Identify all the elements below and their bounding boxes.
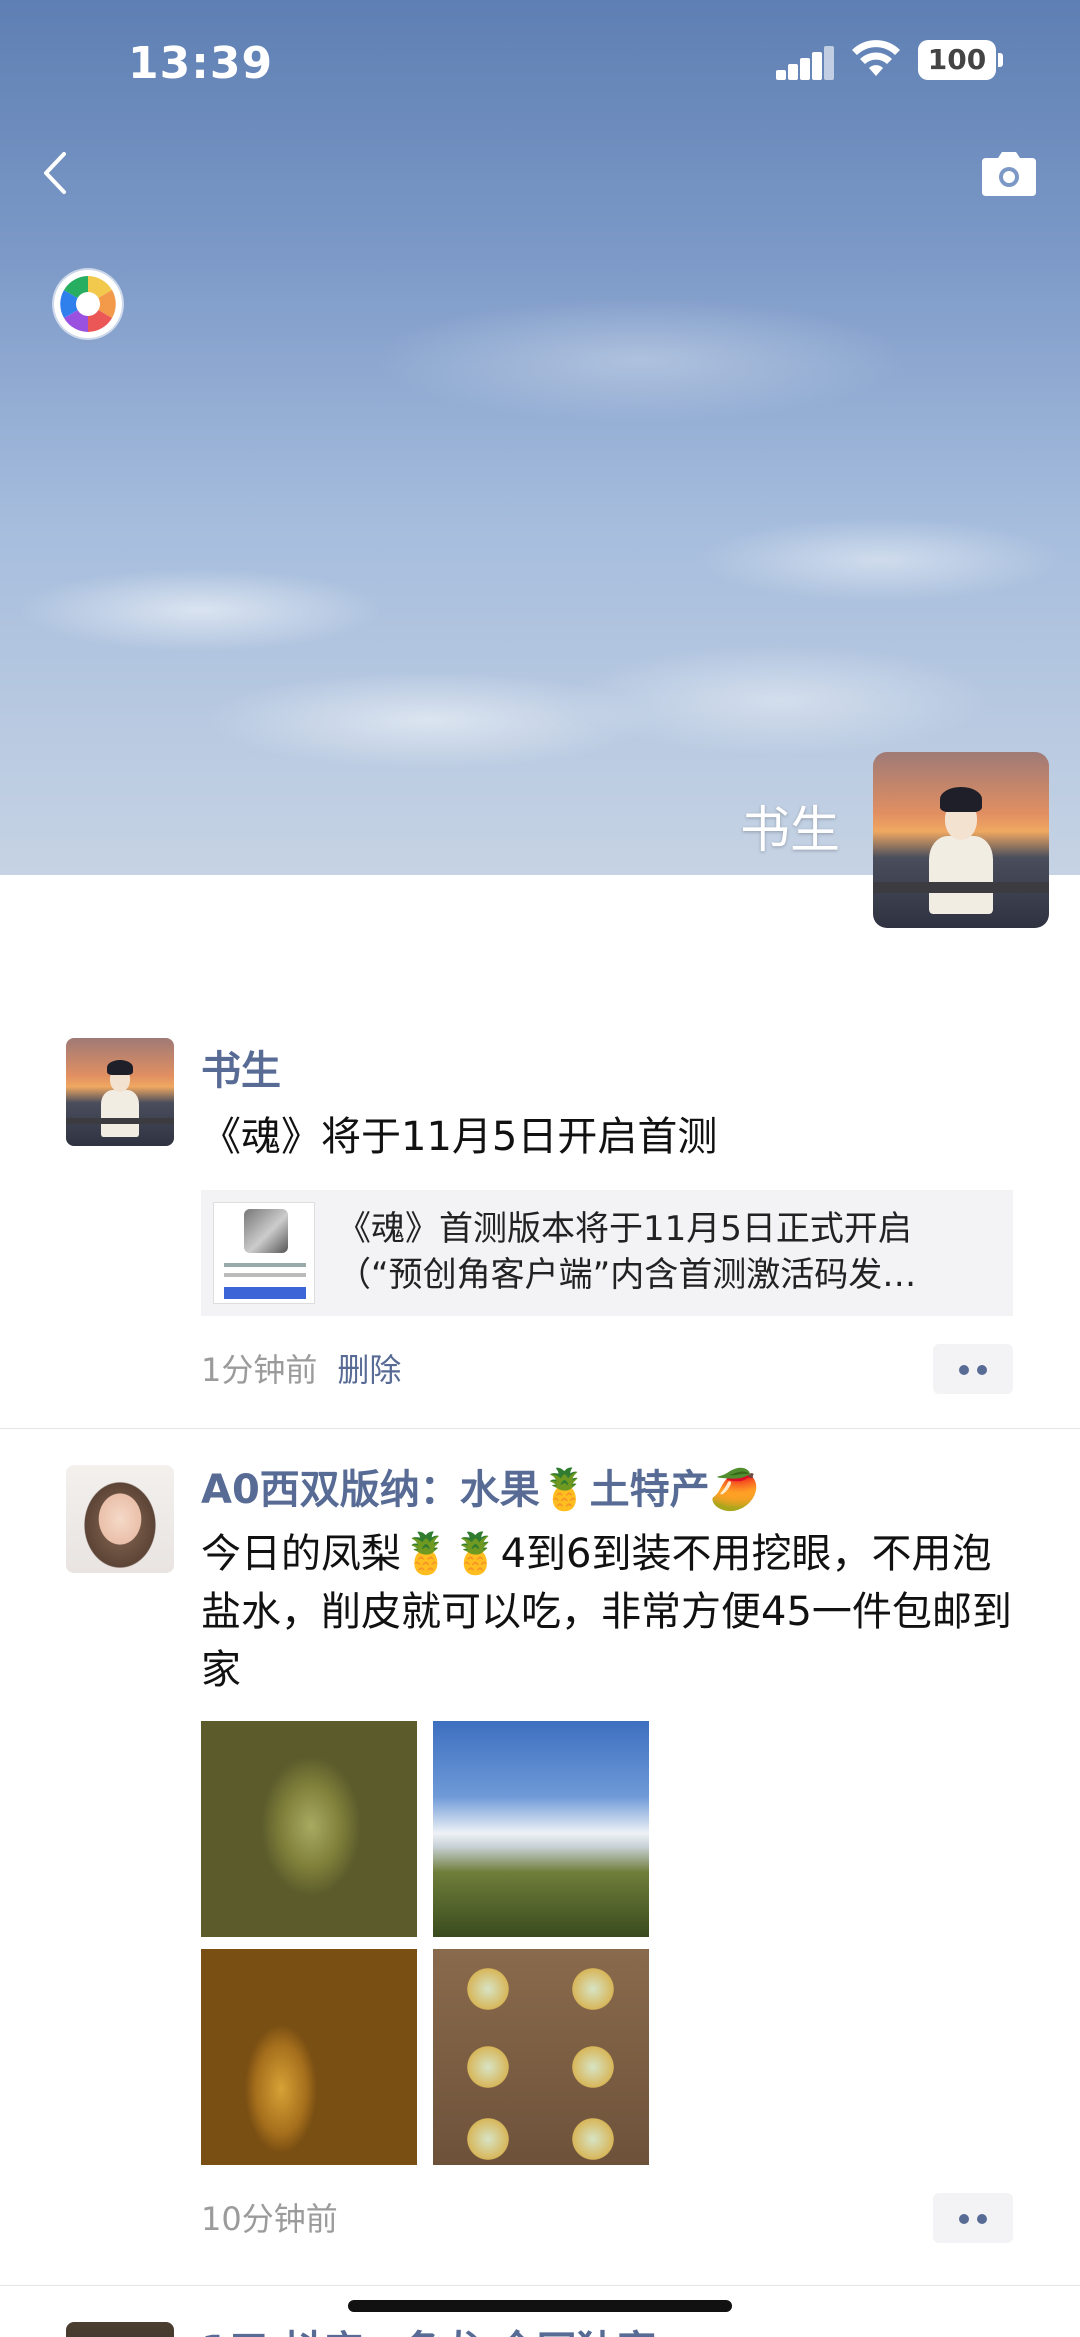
post-meta: 1分钟前 删除 — [201, 1342, 1013, 1398]
avatar-image — [873, 752, 1049, 928]
delete-link[interactable]: 删除 — [337, 1351, 401, 1389]
post-meta: 10分钟前 — [201, 2191, 1013, 2247]
status-time: 13:39 — [128, 38, 274, 89]
link-line-1: 《魂》首测版本将于11月5日正式开启 — [337, 1209, 912, 1249]
post-text: 今日的凤梨🍍🍍4到6到装不用挖眼，不用泡盐水，削皮就可以吃，非常方便45一件包邮… — [201, 1531, 1012, 1693]
cover-username: 书生 — [740, 801, 840, 859]
post-avatar[interactable] — [66, 1465, 174, 1573]
post-time: 10分钟前 — [201, 2200, 338, 2238]
status-bar: 13:39 100 — [0, 0, 1080, 120]
cellular-signal-icon — [776, 44, 834, 80]
link-line-2: （“预创角客户端”内含首测激活码发… — [337, 1255, 917, 1295]
cover-image[interactable]: 13:39 100 书生 — [0, 0, 1080, 875]
post-avatar[interactable] — [66, 1038, 174, 1146]
link-title: 《魂》首测版本将于11月5日正式开启 （“预创角客户端”内含首测激活码发… — [337, 1206, 993, 1298]
post-author[interactable]: 1五 抖店一条龙 全网独家 — [201, 2322, 1013, 2337]
moments-feed: 书生 《魂》将于11月5日开启首测 《魂》首测版本将于11月5日正式开启 （“预… — [0, 1020, 1080, 2337]
more-actions-button[interactable] — [933, 1344, 1013, 1394]
photo-grid — [201, 1721, 649, 2165]
photo-thumbnail[interactable] — [201, 1721, 417, 1937]
profile-avatar[interactable] — [873, 752, 1049, 928]
photo-thumbnail[interactable] — [433, 1949, 649, 2165]
moment-post: A0西双版纳：水果🍍土特产🥭 今日的凤梨🍍🍍4到6到装不用挖眼，不用泡盐水，削皮… — [0, 1428, 1080, 2285]
back-arrow-icon[interactable] — [36, 148, 76, 198]
battery-indicator: 100 — [918, 40, 1003, 80]
camera-icon[interactable] — [980, 150, 1038, 198]
link-thumbnail — [213, 1202, 315, 1304]
moment-post: 书生 《魂》将于11月5日开启首测 《魂》首测版本将于11月5日正式开启 （“预… — [0, 1020, 1080, 1428]
shared-link-card[interactable]: 《魂》首测版本将于11月5日正式开启 （“预创角客户端”内含首测激活码发… — [201, 1190, 1013, 1316]
post-time: 1分钟前 — [201, 1351, 318, 1389]
photo-thumbnail[interactable] — [433, 1721, 649, 1937]
photo-thumbnail[interactable] — [201, 1949, 417, 2165]
post-avatar[interactable] — [66, 2322, 174, 2337]
more-actions-button[interactable] — [933, 2193, 1013, 2243]
post-author[interactable]: 书生 — [201, 1042, 1013, 1100]
post-author[interactable]: A0西双版纳：水果🍍土特产🥭 — [201, 1461, 1013, 1519]
post-text: 《魂》将于11月5日开启首测 — [201, 1114, 718, 1160]
home-indicator — [348, 2300, 732, 2312]
photo-album-icon[interactable] — [54, 270, 122, 338]
wifi-icon — [852, 40, 900, 76]
